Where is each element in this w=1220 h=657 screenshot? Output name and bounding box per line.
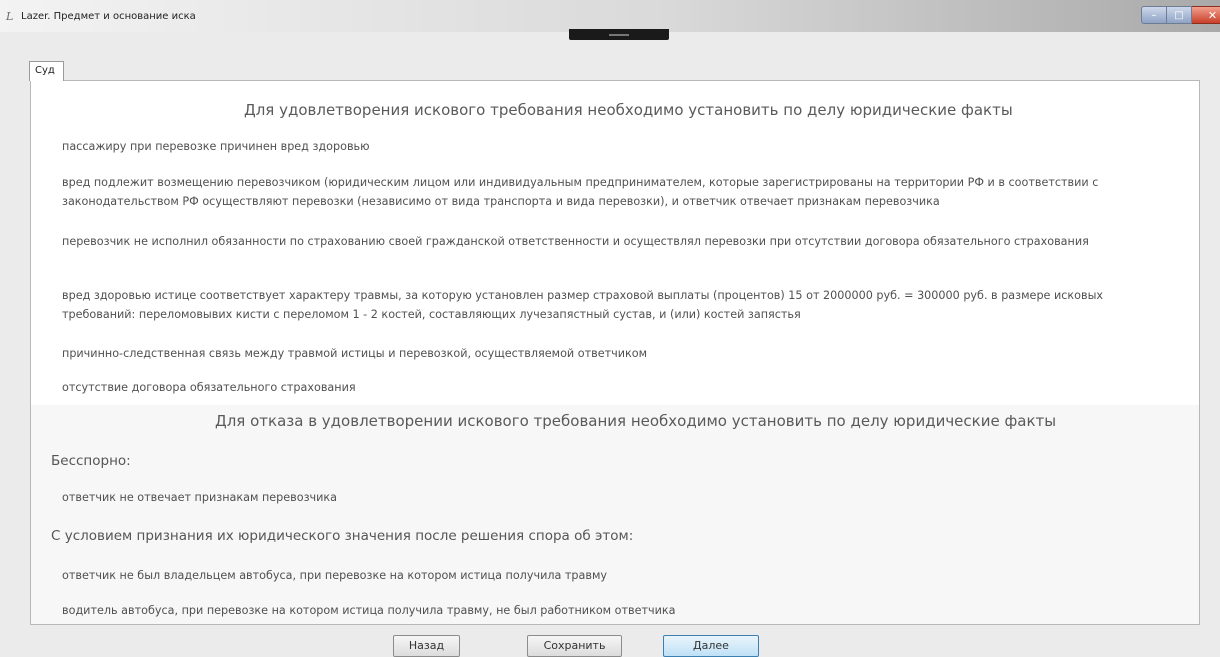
minimize-icon: – xyxy=(1151,9,1157,21)
drag-handle[interactable] xyxy=(569,29,669,40)
grant-fact-item: вред здоровью истице соответствует харак… xyxy=(62,289,1104,321)
grant-section: Для удовлетворения искового требования н… xyxy=(31,81,1199,405)
maximize-icon: □ xyxy=(1174,9,1184,21)
grant-fact-item: отсутствие договора обязательного страхо… xyxy=(62,381,356,394)
grant-fact-item: причинно-следственная связь между травмо… xyxy=(62,347,648,360)
tab-court[interactable]: Суд xyxy=(29,61,64,81)
conditional-label: С условием признания их юридического зна… xyxy=(51,528,634,544)
undisputed-fact-item: ответчик не отвечает признакам перевозчи… xyxy=(62,491,338,504)
window-title: Lazer. Предмет и основание иска xyxy=(21,11,196,22)
app-logo-icon: L xyxy=(6,10,14,23)
grant-heading: Для удовлетворения искового требования н… xyxy=(244,101,1013,119)
title-bar[interactable]: L Lazer. Предмет и основание иска – □ ✕ xyxy=(0,0,1220,32)
conditional-fact-item: водитель автобуса, при перевозке на кото… xyxy=(62,604,676,617)
deny-heading: Для отказа в удовлетворении искового тре… xyxy=(215,412,1057,430)
application-window: L Lazer. Предмет и основание иска – □ ✕ … xyxy=(0,0,1220,657)
tab-content-panel: Для удовлетворения искового требования н… xyxy=(30,80,1200,625)
conditional-fact-item: ответчик не был владельцем автобуса, при… xyxy=(62,569,608,582)
close-icon: ✕ xyxy=(1207,8,1218,22)
maximize-button[interactable]: □ xyxy=(1167,6,1192,24)
grant-fact-item: вред подлежит возмещению перевозчиком (ю… xyxy=(62,176,1099,208)
next-button[interactable]: Далее xyxy=(663,635,759,657)
grant-fact-item: пассажиру при перевозке причинен вред зд… xyxy=(62,140,370,153)
undisputed-label: Бесспорно: xyxy=(51,453,131,469)
grant-fact-item: перевозчик не исполнил обязанности по ст… xyxy=(62,235,1089,248)
close-button[interactable]: ✕ xyxy=(1192,6,1220,24)
minimize-button[interactable]: – xyxy=(1141,6,1167,24)
save-button[interactable]: Сохранить xyxy=(527,635,622,657)
back-button[interactable]: Назад xyxy=(393,635,460,657)
window-controls: – □ ✕ xyxy=(1141,6,1220,24)
